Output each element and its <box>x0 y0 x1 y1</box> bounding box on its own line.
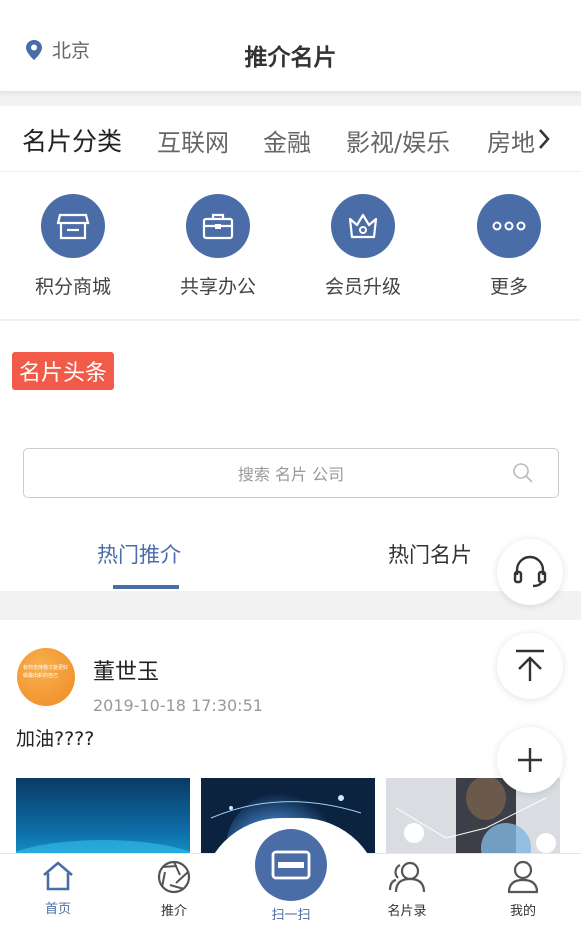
nav-recommend[interactable]: 推介 <box>124 860 224 919</box>
nav-label: 首页 <box>44 902 71 917</box>
quick-label: 会员升级 <box>324 276 401 298</box>
quick-actions: 积分商城 共享办公 会员升级 更多 <box>0 172 581 320</box>
category-bar: 名片分类 互联网 金融 影视/娱乐 房地 <box>0 106 581 172</box>
search-input[interactable]: 搜索 名片 公司 <box>23 448 559 498</box>
headline-section: 名片头条 搜索 名片 公司 热门推介 热门名片 <box>0 321 581 591</box>
category-title: 名片分类 <box>22 127 123 156</box>
page-title: 推介名片 <box>244 45 337 71</box>
quick-label: 更多 <box>489 276 528 298</box>
headline-tag: 名片头条 <box>12 352 115 390</box>
contacts-icon <box>388 861 426 893</box>
plus-icon <box>518 748 542 772</box>
quick-shared-office[interactable]: 共享办公 <box>158 194 278 299</box>
quick-member-upgrade[interactable]: 会员升级 <box>303 194 423 299</box>
card-scan-icon <box>271 850 311 880</box>
chevron-right-icon[interactable] <box>537 128 551 150</box>
post-time: 2019-10-18 17:30:51 <box>93 696 263 715</box>
add-button[interactable] <box>497 727 563 793</box>
nav-home[interactable]: 首页 <box>8 860 108 917</box>
category-internet[interactable]: 互联网 <box>157 123 229 158</box>
search-placeholder: 搜索 名片 公司 <box>237 465 345 484</box>
post-text: 加油???? <box>16 728 95 750</box>
avatar-caption: 有你支持我才能更好 做最出彩的自己 <box>23 665 69 679</box>
nav-label: 推介 <box>160 904 187 919</box>
scan-label[interactable]: 扫一扫 <box>241 904 341 923</box>
briefcase-icon <box>186 194 250 258</box>
user-icon <box>507 860 539 894</box>
quick-label: 共享办公 <box>179 276 256 298</box>
search-icon[interactable] <box>512 462 534 484</box>
more-icon <box>477 194 541 258</box>
arrow-up-icon <box>516 649 544 681</box>
quick-points-mall[interactable]: 积分商城 <box>13 194 133 299</box>
tab-hot-recommend[interactable]: 热门推介 <box>97 539 181 569</box>
category-film-entertainment[interactable]: 影视/娱乐 <box>346 123 450 158</box>
nav-card-directory[interactable]: 名片录 <box>357 860 457 919</box>
top-bar: 北京 推介名片 <box>0 0 581 92</box>
shop-icon <box>41 194 105 258</box>
category-real-estate[interactable]: 房地 <box>487 123 535 158</box>
nav-mine[interactable]: 我的 <box>473 860 573 919</box>
aperture-icon <box>157 860 191 894</box>
active-tab-indicator <box>113 585 179 589</box>
scan-button[interactable] <box>255 829 327 901</box>
headset-icon <box>513 555 547 588</box>
nav-label: 我的 <box>509 904 536 919</box>
customer-service-button[interactable] <box>497 539 563 605</box>
home-icon <box>43 861 73 891</box>
quick-more[interactable]: 更多 <box>449 194 569 299</box>
nav-label: 名片录 <box>387 904 427 919</box>
post-author[interactable]: 董世玉 <box>93 654 159 686</box>
tab-hot-cards[interactable]: 热门名片 <box>388 539 472 569</box>
back-to-top-button[interactable] <box>497 633 563 699</box>
quick-label: 积分商城 <box>34 276 111 298</box>
crown-icon <box>331 194 395 258</box>
category-finance[interactable]: 金融 <box>263 123 311 158</box>
avatar[interactable]: 有你支持我才能更好 做最出彩的自己 <box>17 648 75 706</box>
